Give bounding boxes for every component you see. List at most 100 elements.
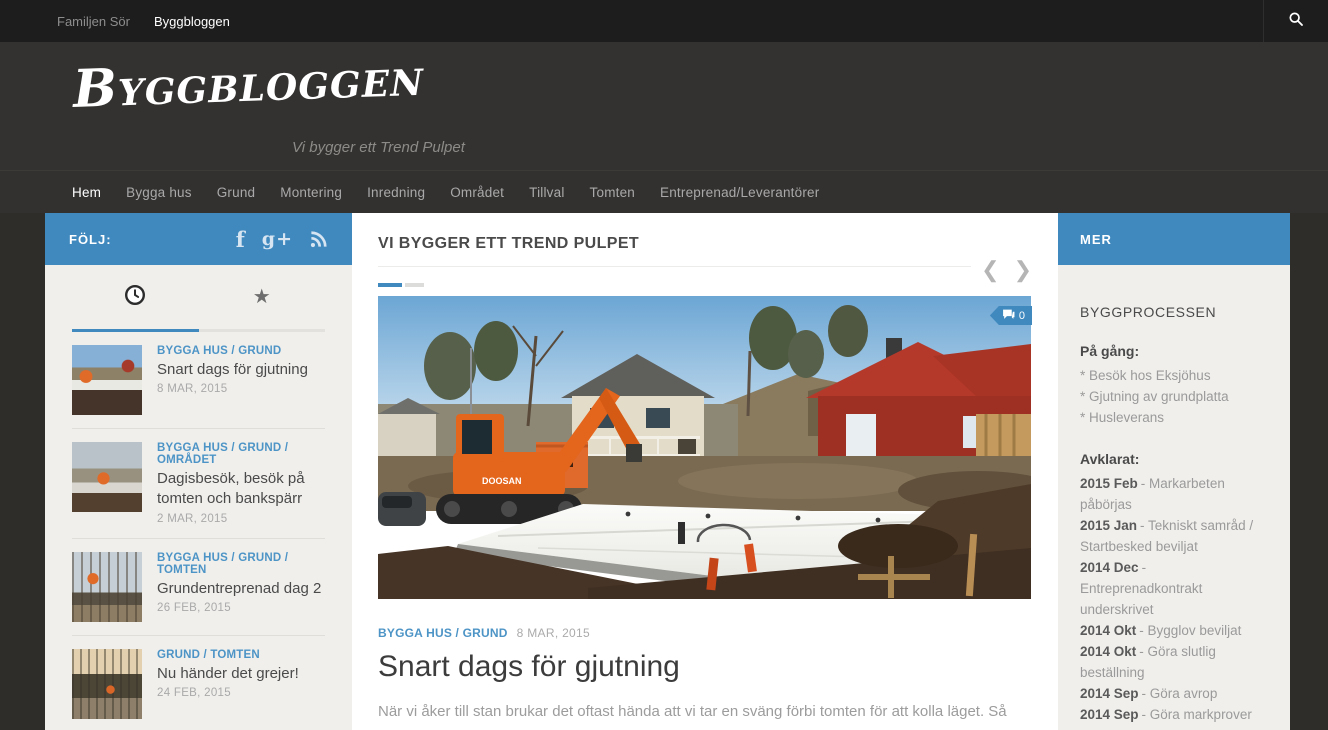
comment-bubble-icon [1002,309,1015,323]
site-tagline: Vi bygger ett Trend Pulpet [292,139,465,156]
more-bar: MER [1058,213,1290,265]
recent-posts-list: BYGGA HUS / GRUND Snart dags för gjutnin… [72,332,325,730]
post-info: GRUND / TOMTEN Nu händer det grejer! 24 … [157,649,299,719]
post-categories[interactable]: GRUND / TOMTEN [157,649,299,661]
post-meta: BYGGA HUS / GRUND 8 MAR, 2015 [378,626,1032,640]
post-excerpt: När vi åker till stan brukar det oftast … [378,697,1032,730]
svg-text:DOOSAN: DOOSAN [482,476,522,486]
prev-arrow-icon[interactable]: ❮ [981,259,999,281]
content-area: FÖLJ: f g+ ★ [45,213,1290,730]
carousel-pager [378,283,1032,287]
more-label: MER [1080,232,1112,247]
post-info: BYGGA HUS / GRUND Snart dags för gjutnin… [157,345,308,415]
left-sidebar: FÖLJ: f g+ ★ [45,213,352,730]
post-title[interactable]: Snart dags för gjutning [157,360,308,380]
ongoing-item: * Besök hos Eksjöhus [1080,365,1268,386]
right-sidebar-body: BYGGPROCESSEN På gång: * Besök hos Eksjö… [1058,265,1290,730]
tab-recent[interactable] [72,265,199,332]
topbar-link[interactable]: Byggbloggen [154,14,230,29]
nav-item[interactable]: Området [450,185,504,200]
featured-image[interactable]: DOOSAN [378,296,1032,599]
done-item-date: 2015 Feb [1080,476,1138,491]
done-item-text: - Göra markprover [1142,707,1252,722]
post-categories[interactable]: BYGGA HUS / GRUND [378,626,508,640]
done-item: 2015 Feb- Markarbeten påbörjas [1080,473,1268,515]
search-button[interactable] [1263,0,1328,42]
nav-item[interactable]: Tomten [590,185,635,200]
done-item-date: 2014 Sep [1080,707,1139,722]
ongoing-item: * Gjutning av grundplatta [1080,386,1268,407]
post-title[interactable]: Grundentreprenad dag 2 [157,579,325,599]
rss-icon[interactable] [309,230,328,249]
pager-bar[interactable] [405,283,424,287]
ongoing-list: * Besök hos Eksjöhus* Gjutning av grundp… [1080,365,1268,428]
nav-item[interactable]: Bygga hus [126,185,192,200]
post-info: BYGGA HUS / GRUND / TOMTEN Grundentrepre… [157,552,325,622]
list-item[interactable]: GRUND / TOMTEN Nu händer det grejer! 24 … [72,635,325,730]
right-sidebar: MER BYGGPROCESSEN På gång: * Besök hos E… [1058,213,1290,730]
post-categories[interactable]: BYGGA HUS / GRUND / TOMTEN [157,552,325,576]
nav-item[interactable]: Entreprenad/Leverantörer [660,185,819,200]
list-item[interactable]: BYGGA HUS / GRUND / OMRÅDET Dagisbesök, … [72,428,325,538]
post-date: 26 FEB, 2015 [157,602,325,614]
done-item-date: 2014 Sep [1080,686,1139,701]
post-info: BYGGA HUS / GRUND / OMRÅDET Dagisbesök, … [157,442,325,525]
post-thumbnail[interactable] [72,552,142,622]
done-item-date: 2015 Jan [1080,518,1137,533]
post-title[interactable]: Snart dags för gjutning [378,650,1032,684]
done-item: 2014 Sep- Göra avrop [1080,683,1268,704]
nav-item[interactable]: Hem [72,185,101,200]
follow-label: FÖLJ: [69,232,112,247]
post-date: 8 MAR, 2015 [157,383,308,395]
post-date: 24 FEB, 2015 [157,687,299,699]
list-item[interactable]: BYGGA HUS / GRUND Snart dags för gjutnin… [72,332,325,428]
pager-bar-active[interactable] [378,283,402,287]
ongoing-label: På gång: [1080,343,1268,359]
comment-count: 0 [1019,310,1025,322]
section-title: VI BYGGER ETT TREND PULPET [378,235,1032,253]
nav-item[interactable]: Tillval [529,185,564,200]
star-icon: ★ [253,287,271,307]
clock-icon [124,284,146,311]
post-thumbnail[interactable] [72,345,142,415]
nav-item[interactable]: Montering [280,185,342,200]
main-nav: Hem Bygga hus Grund Montering Inredning Områd… [0,170,1328,213]
nav-item[interactable]: Grund [217,185,256,200]
widget-title: BYGGPROCESSEN [1080,304,1268,320]
post-categories[interactable]: BYGGA HUS / GRUND [157,345,308,357]
done-item-date: 2014 Okt [1080,644,1136,659]
list-item[interactable]: BYGGA HUS / GRUND / TOMTEN Grundentrepre… [72,538,325,635]
search-icon [1288,11,1304,32]
ongoing-item: * Husleverans [1080,407,1268,428]
social-icons: f g+ [236,227,328,252]
post-thumbnail[interactable] [72,442,142,512]
post-date: 2 MAR, 2015 [157,513,325,525]
sidebar-tabs: ★ [72,265,325,332]
post-title[interactable]: Nu händer det grejer! [157,664,299,684]
tab-favorites[interactable]: ★ [199,265,326,332]
done-item: 2015 Jan- Tekniskt samråd / Startbesked … [1080,515,1268,557]
done-item-text: - Bygglov beviljat [1139,623,1241,638]
next-arrow-icon[interactable]: ❯ [1014,259,1032,281]
top-bar: Familjen Sör Byggbloggen [0,0,1328,42]
done-item-text: - Göra avrop [1142,686,1218,701]
done-item-date: 2014 Dec [1080,560,1139,575]
google-plus-icon[interactable]: g+ [262,228,293,250]
done-label: Avklarat: [1080,451,1268,467]
comment-badge[interactable]: 0 [990,306,1032,325]
done-item: 2014 Sep- Göra markprover [1080,704,1268,725]
post-thumbnail[interactable] [72,649,142,719]
post-date: 8 MAR, 2015 [517,626,590,640]
done-list: 2015 Feb- Markarbeten påbörjas 2015 Jan-… [1080,473,1268,730]
construction-site-photo: DOOSAN [378,296,1031,599]
site-logo[interactable]: Byggbloggen [72,52,425,116]
nav-item[interactable]: Inredning [367,185,425,200]
post-title[interactable]: Dagisbesök, besök på tomten och bankspär… [157,469,325,510]
left-sidebar-body: ★ BYGGA HUS / GRUND Snart dags för gjutn… [45,265,352,730]
topbar-link[interactable]: Familjen Sör [57,14,130,29]
post-categories[interactable]: BYGGA HUS / GRUND / OMRÅDET [157,442,325,466]
done-item: 2014 Dec- Entreprenadkontrakt underskriv… [1080,557,1268,620]
done-item: 2014 Okt- Bygglov beviljat [1080,620,1268,641]
facebook-icon[interactable]: f [236,227,246,252]
done-item: 2014 Okt- Göra slutlig beställning [1080,641,1268,683]
